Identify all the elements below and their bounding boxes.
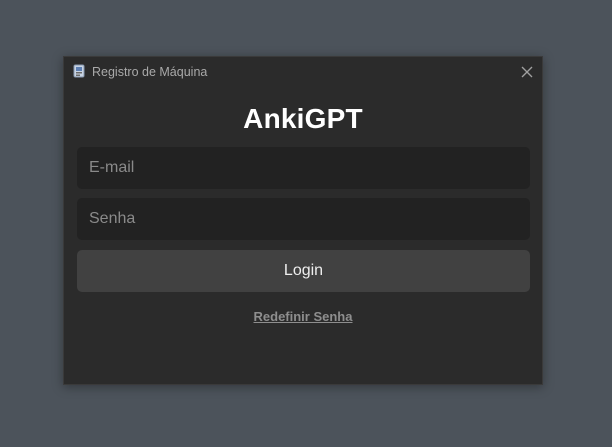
password-field[interactable] — [77, 198, 530, 240]
app-icon — [73, 64, 86, 78]
titlebar: Registro de Máquina — [64, 57, 542, 87]
login-button[interactable]: Login — [77, 250, 530, 292]
window-title: Registro de Máquina — [92, 65, 208, 79]
close-icon[interactable] — [517, 62, 537, 82]
email-field[interactable] — [77, 147, 530, 189]
machine-registration-dialog: Registro de Máquina AnkiGPT Login Redefi… — [63, 56, 543, 385]
reset-password-link[interactable]: Redefinir Senha — [64, 309, 542, 324]
close-button[interactable] — [517, 62, 537, 82]
app-heading: AnkiGPT — [243, 103, 363, 134]
